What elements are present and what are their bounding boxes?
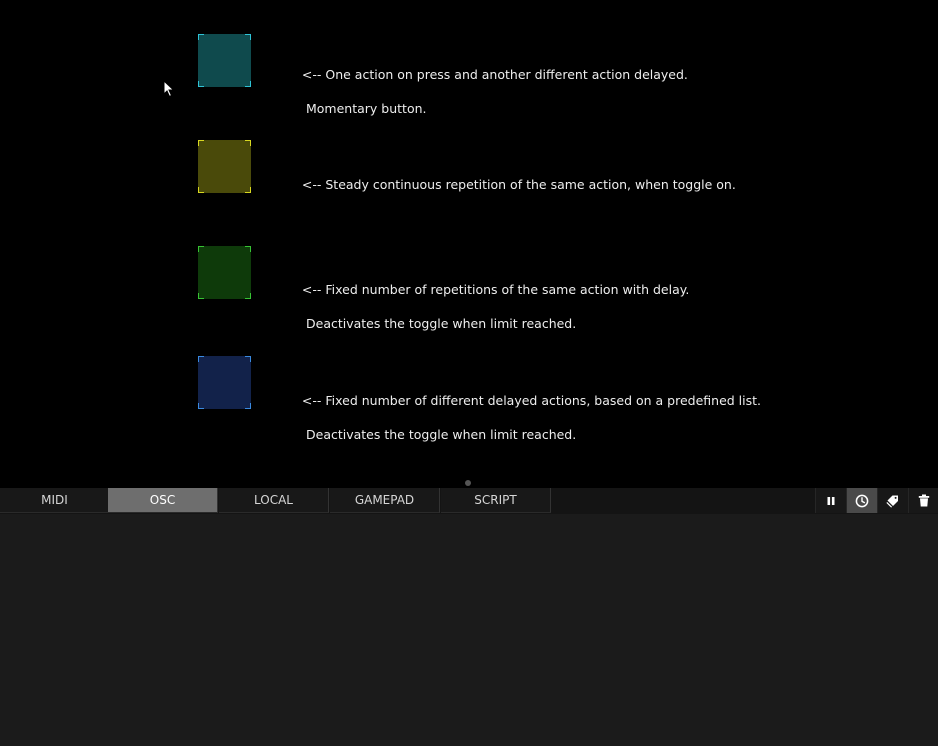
tab-midi[interactable]: MIDI bbox=[0, 488, 110, 513]
timestamp-toggle-button[interactable] bbox=[846, 488, 877, 513]
repeat-toggle[interactable] bbox=[198, 140, 251, 193]
tab-local[interactable]: LOCAL bbox=[219, 488, 329, 513]
console-output-area[interactable] bbox=[0, 514, 938, 746]
clear-console-button[interactable] bbox=[908, 488, 938, 513]
description-line-1: <-- Steady continuous repetition of the … bbox=[301, 177, 736, 192]
pause-button[interactable] bbox=[815, 488, 846, 513]
repeat-toggle-description: <-- Steady continuous repetition of the … bbox=[286, 159, 736, 210]
panel-resize-handle[interactable] bbox=[465, 480, 471, 486]
limited-repeat-description: <-- Fixed number of repetitions of the s… bbox=[286, 264, 689, 366]
address-toggle-button[interactable] bbox=[877, 488, 908, 513]
clock-icon bbox=[855, 494, 869, 507]
tab-script[interactable]: SCRIPT bbox=[441, 488, 551, 513]
description-line-2: Deactivates the toggle when limit reache… bbox=[306, 316, 577, 331]
description-line-1: <-- One action on press and another diff… bbox=[301, 67, 688, 82]
limited-repeat-toggle[interactable] bbox=[198, 246, 251, 299]
widget-canvas: <-- One action on press and another diff… bbox=[0, 0, 938, 488]
description-line-1: <-- Fixed number of different delayed ac… bbox=[301, 393, 761, 408]
trash-icon bbox=[918, 494, 929, 507]
console-tab-bar: MIDI OSC LOCAL GAMEPAD SCRIPT bbox=[0, 488, 938, 514]
description-line-2: Momentary button. bbox=[306, 101, 427, 116]
action-list-description: <-- Fixed number of different delayed ac… bbox=[286, 375, 761, 477]
description-line-1: <-- Fixed number of repetitions of the s… bbox=[301, 282, 690, 297]
tab-gamepad[interactable]: GAMEPAD bbox=[330, 488, 440, 513]
action-list-toggle[interactable] bbox=[198, 356, 251, 409]
pause-icon bbox=[827, 496, 835, 505]
delayed-action-description: <-- One action on press and another diff… bbox=[286, 49, 688, 151]
delayed-action-button[interactable] bbox=[198, 34, 251, 87]
tag-icon bbox=[886, 495, 898, 508]
mouse-cursor-icon bbox=[163, 79, 175, 102]
tab-osc[interactable]: OSC bbox=[108, 488, 218, 513]
description-line-2: Deactivates the toggle when limit reache… bbox=[306, 427, 577, 442]
